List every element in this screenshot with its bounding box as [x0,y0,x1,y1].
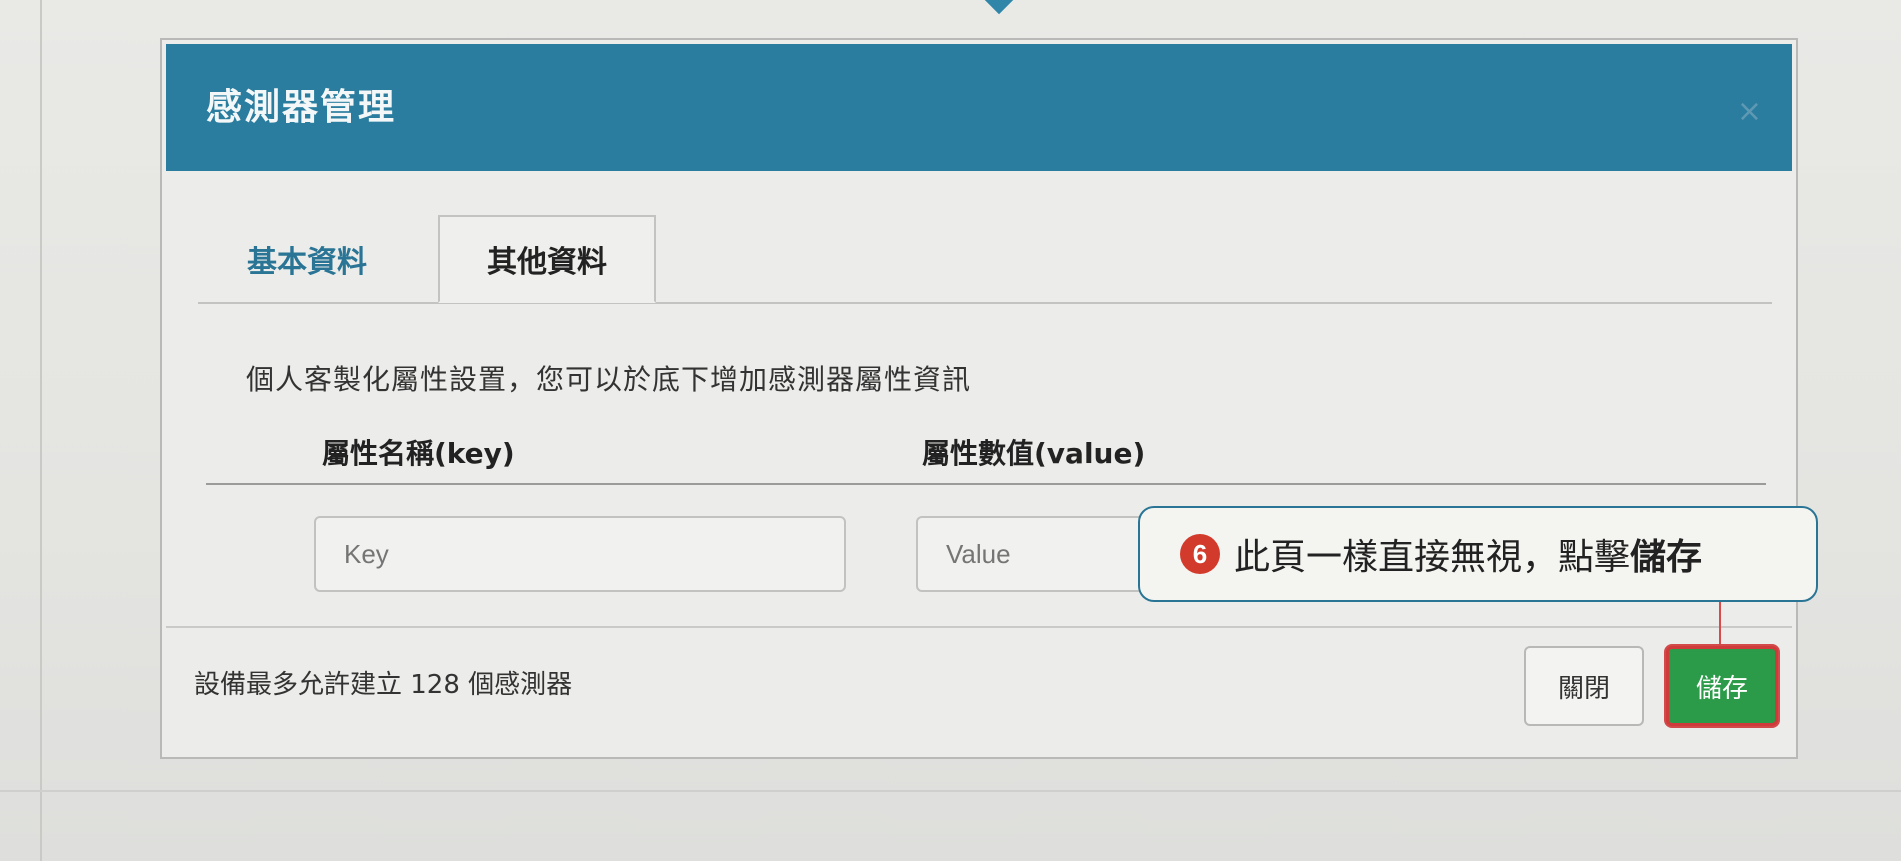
step-number-badge: 6 [1180,534,1220,574]
down-arrow-icon [977,0,1021,15]
save-button[interactable]: 儲存 [1666,646,1778,726]
footer-divider [166,626,1792,628]
dialog-header: 感測器管理 × [166,44,1792,171]
key-input[interactable] [314,516,846,592]
page-bottom-line [0,790,1901,792]
tab-bar-divider [198,302,1772,304]
close-button[interactable]: 關閉 [1524,646,1644,726]
tab-basic-info[interactable]: 基本資料 [202,215,412,303]
attribute-key-header: 屬性名稱(key) [322,437,515,470]
callout-text: 此頁一樣直接無視，點擊 [1234,537,1631,578]
sensor-limit-note: 設備最多允許建立 128 個感測器 [194,670,573,700]
callout-pointer-line [1719,602,1721,644]
tab-other-info[interactable]: 其他資料 [438,215,656,303]
attribute-value-header: 屬性數值(value) [922,437,1146,470]
instruction-callout: 6 此頁一樣直接無視，點擊 儲存 [1138,506,1818,602]
sensor-management-dialog: 感測器管理 × 基本資料 其他資料 個人客製化屬性設置，您可以於底下增加感測器屬… [160,38,1798,759]
close-icon[interactable]: × [1737,94,1762,129]
dialog-title: 感測器管理 [206,87,397,128]
page-margin-line [40,0,42,861]
header-divider [206,483,1766,485]
custom-attributes-description: 個人客製化屬性設置，您可以於底下增加感測器屬性資訊 [246,363,972,396]
callout-highlight: 儲存 [1630,537,1703,578]
